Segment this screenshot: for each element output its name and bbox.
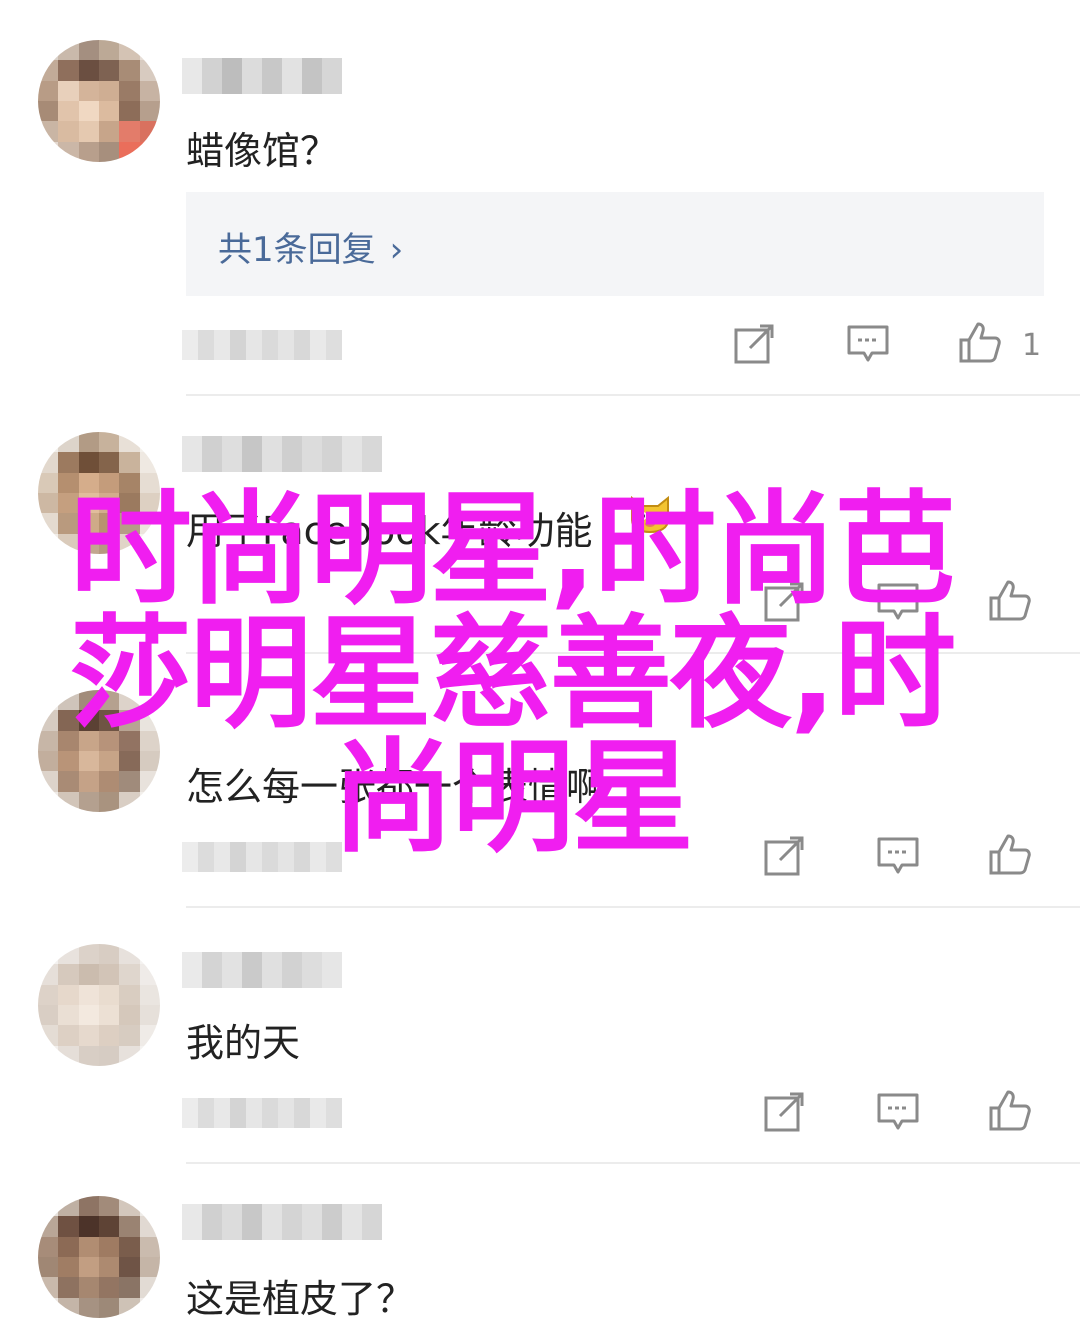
thumbs-up-icon[interactable] (958, 320, 1002, 364)
timestamp-blurred (182, 1098, 342, 1128)
view-replies-link[interactable]: 共1条回复 › (218, 222, 403, 271)
reply-count-label: 共1条回复 (218, 230, 376, 270)
comment-list-page: 蜡像馆？ 共1条回复 › 1 用了Facebook年龄功能 怎么每一张都一个表情… (0, 0, 1080, 1335)
chevron-right-icon: › (389, 230, 404, 270)
username-blurred[interactable] (182, 1204, 382, 1240)
comment-text: 这是植皮了？ (186, 1277, 415, 1321)
divider (186, 1162, 1080, 1164)
thumbs-up-icon[interactable] (988, 578, 1032, 622)
share-icon[interactable] (732, 322, 776, 366)
comment-text: 我的天 (186, 1021, 301, 1065)
username-blurred[interactable] (182, 436, 382, 472)
avatar[interactable] (38, 40, 160, 162)
divider (186, 394, 1080, 396)
username-blurred[interactable] (182, 58, 342, 94)
timestamp-blurred (182, 330, 342, 360)
comment-icon[interactable] (876, 1090, 920, 1134)
share-icon[interactable] (762, 1090, 806, 1134)
overlay-title: 时尚明星,时尚芭莎明星慈善夜,时尚明星 (69, 479, 956, 869)
like-count: 1 (1022, 328, 1042, 363)
comment-icon[interactable] (846, 322, 890, 366)
thumbs-up-icon[interactable] (988, 832, 1032, 876)
avatar[interactable] (38, 944, 160, 1066)
divider (186, 906, 1080, 908)
thumbs-up-icon[interactable] (988, 1088, 1032, 1132)
comment-text: 蜡像馆？ (186, 129, 339, 173)
username-blurred[interactable] (182, 952, 342, 988)
avatar[interactable] (38, 1196, 160, 1318)
reply-summary-box: 共1条回复 › (186, 192, 1044, 296)
